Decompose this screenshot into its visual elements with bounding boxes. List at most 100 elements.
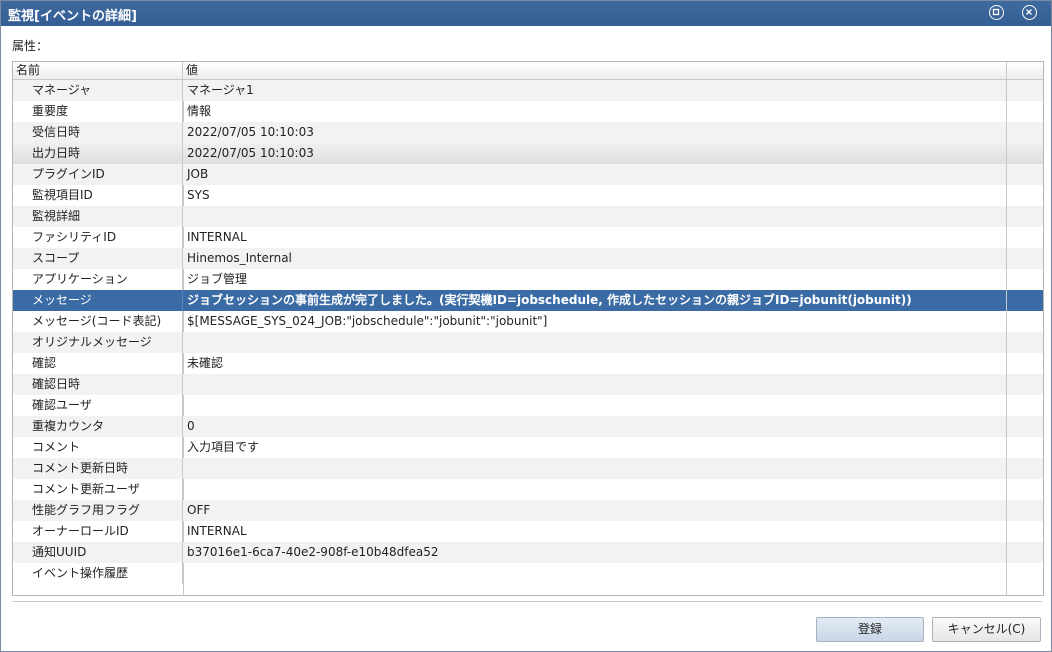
row-name-cell: 確認日時	[13, 374, 183, 395]
divider	[12, 601, 1042, 602]
maximize-icon[interactable]	[989, 5, 1004, 20]
table-row[interactable]: 確認日時	[13, 374, 1043, 395]
table-row[interactable]: マネージャ マネージャ1	[13, 80, 1043, 101]
row-value-cell: 0	[183, 416, 1007, 437]
row-value-cell: $[MESSAGE_SYS_024_JOB:"jobschedule":"job…	[183, 311, 1007, 332]
row-extra-cell	[1007, 437, 1043, 458]
table-row[interactable]: 出力日時 2022/07/05 10:10:03	[13, 143, 1043, 164]
table-row[interactable]: スコープ Hinemos_Internal	[13, 248, 1043, 269]
table-row[interactable]: 性能グラフ用フラグ OFF	[13, 500, 1043, 521]
row-value-cell: 2022/07/05 10:10:03	[183, 143, 1007, 164]
row-name-cell: メッセージ	[13, 290, 183, 311]
row-extra-cell	[1007, 80, 1043, 101]
table-row[interactable]: ファシリティID INTERNAL	[13, 227, 1043, 248]
table-header: 名前 値	[13, 62, 1043, 80]
row-extra-cell	[1007, 269, 1043, 290]
row-extra-cell	[1007, 479, 1043, 500]
row-extra-cell	[1007, 122, 1043, 143]
row-extra-cell	[1007, 206, 1043, 227]
row-extra-cell	[1007, 542, 1043, 563]
row-name-cell: コメント	[13, 437, 183, 458]
table-row[interactable]: オーナーロールID INTERNAL	[13, 521, 1043, 542]
cancel-button[interactable]: キャンセル(C)	[932, 617, 1041, 642]
attributes-table: 名前 値 マネージャ マネージャ1 重要度 情報 受信日時 2022/07/05 10:1…	[12, 61, 1044, 596]
row-value-cell	[183, 332, 1007, 353]
row-value-cell	[183, 374, 1007, 395]
row-value-cell: ジョブセッションの事前生成が完了しました。(実行契機ID=jobschedule…	[183, 290, 1007, 311]
row-value-cell: 未確認	[183, 353, 1007, 374]
table-row[interactable]: 重複カウンタ 0	[13, 416, 1043, 437]
row-name-cell: 受信日時	[13, 122, 183, 143]
table-row[interactable]: 監視項目ID SYS	[13, 185, 1043, 206]
event-detail-dialog: 監視[イベントの詳細] 属性： 名前 値 マネージャ マネージャ1 重要度 情報 受信日…	[0, 0, 1052, 652]
row-name-cell: オーナーロールID	[13, 521, 183, 542]
register-button[interactable]: 登録	[816, 617, 924, 642]
row-value-cell	[183, 479, 1007, 500]
row-value-cell: Hinemos_Internal	[183, 248, 1007, 269]
table-row[interactable]: メッセージ(コード表記) $[MESSAGE_SYS_024_JOB:"jobsc…	[13, 311, 1043, 332]
row-value-cell: マネージャ1	[183, 80, 1007, 101]
row-value-cell: 入力項目です	[183, 437, 1007, 458]
title-bar[interactable]: 監視[イベントの詳細]	[1, 1, 1051, 26]
row-value-cell: JOB	[183, 164, 1007, 185]
table-row[interactable]: プラグインID JOB	[13, 164, 1043, 185]
column-header-extra	[1007, 62, 1043, 79]
column-header-value[interactable]: 値	[183, 62, 1007, 79]
row-name-cell: 重要度	[13, 101, 183, 122]
attributes-label: 属性：	[12, 39, 49, 53]
row-extra-cell	[1007, 563, 1043, 584]
row-extra-cell	[1007, 143, 1043, 164]
row-value-cell	[183, 458, 1007, 479]
table-row[interactable]: 確認 未確認	[13, 353, 1043, 374]
table-body: マネージャ マネージャ1 重要度 情報 受信日時 2022/07/05 10:10:03 出…	[13, 80, 1043, 584]
table-row[interactable]: 監視詳細	[13, 206, 1043, 227]
row-value-cell	[183, 563, 1007, 584]
row-value-cell: INTERNAL	[183, 227, 1007, 248]
row-extra-cell	[1007, 500, 1043, 521]
row-name-cell: コメント更新ユーザ	[13, 479, 183, 500]
table-row[interactable]: アプリケーション ジョブ管理	[13, 269, 1043, 290]
row-extra-cell	[1007, 374, 1043, 395]
table-row[interactable]: 確認ユーザ	[13, 395, 1043, 416]
table-row[interactable]: コメント更新ユーザ	[13, 479, 1043, 500]
table-row[interactable]: 受信日時 2022/07/05 10:10:03	[13, 122, 1043, 143]
window-title: 監視[イベントの詳細]	[8, 9, 137, 24]
row-name-cell: 性能グラフ用フラグ	[13, 500, 183, 521]
close-icon[interactable]	[1022, 5, 1037, 20]
row-extra-cell	[1007, 311, 1043, 332]
row-name-cell: 出力日時	[13, 143, 183, 164]
row-extra-cell	[1007, 101, 1043, 122]
row-extra-cell	[1007, 353, 1043, 374]
row-name-cell: メッセージ(コード表記)	[13, 311, 183, 332]
row-value-cell	[183, 395, 1007, 416]
row-value-cell: ジョブ管理	[183, 269, 1007, 290]
column-header-name[interactable]: 名前	[13, 62, 183, 79]
row-name-cell: コメント更新日時	[13, 458, 183, 479]
row-name-cell: 確認	[13, 353, 183, 374]
row-name-cell: オリジナルメッセージ	[13, 332, 183, 353]
table-row[interactable]: コメント更新日時	[13, 458, 1043, 479]
row-extra-cell	[1007, 290, 1043, 311]
row-extra-cell	[1007, 248, 1043, 269]
row-value-cell: 2022/07/05 10:10:03	[183, 122, 1007, 143]
row-value-cell: b37016e1-6ca7-40e2-908f-e10b48dfea52	[183, 542, 1007, 563]
row-extra-cell	[1007, 164, 1043, 185]
table-row[interactable]: 通知UUID b37016e1-6ca7-40e2-908f-e10b48dfea…	[13, 542, 1043, 563]
table-row[interactable]: オリジナルメッセージ	[13, 332, 1043, 353]
row-extra-cell	[1007, 395, 1043, 416]
row-name-cell: 重複カウンタ	[13, 416, 183, 437]
row-name-cell: イベント操作履歴	[13, 563, 183, 584]
row-name-cell: 確認ユーザ	[13, 395, 183, 416]
row-extra-cell	[1007, 521, 1043, 542]
table-row[interactable]: コメント 入力項目です	[13, 437, 1043, 458]
table-row[interactable]: メッセージ ジョブセッションの事前生成が完了しました。(実行契機ID=jobsch…	[13, 290, 1043, 311]
row-value-cell	[183, 206, 1007, 227]
table-row[interactable]: イベント操作履歴	[13, 563, 1043, 584]
row-extra-cell	[1007, 332, 1043, 353]
row-name-cell: 監視項目ID	[13, 185, 183, 206]
row-name-cell: マネージャ	[13, 80, 183, 101]
row-name-cell: 通知UUID	[13, 542, 183, 563]
row-name-cell: 監視詳細	[13, 206, 183, 227]
table-row[interactable]: 重要度 情報	[13, 101, 1043, 122]
row-extra-cell	[1007, 416, 1043, 437]
